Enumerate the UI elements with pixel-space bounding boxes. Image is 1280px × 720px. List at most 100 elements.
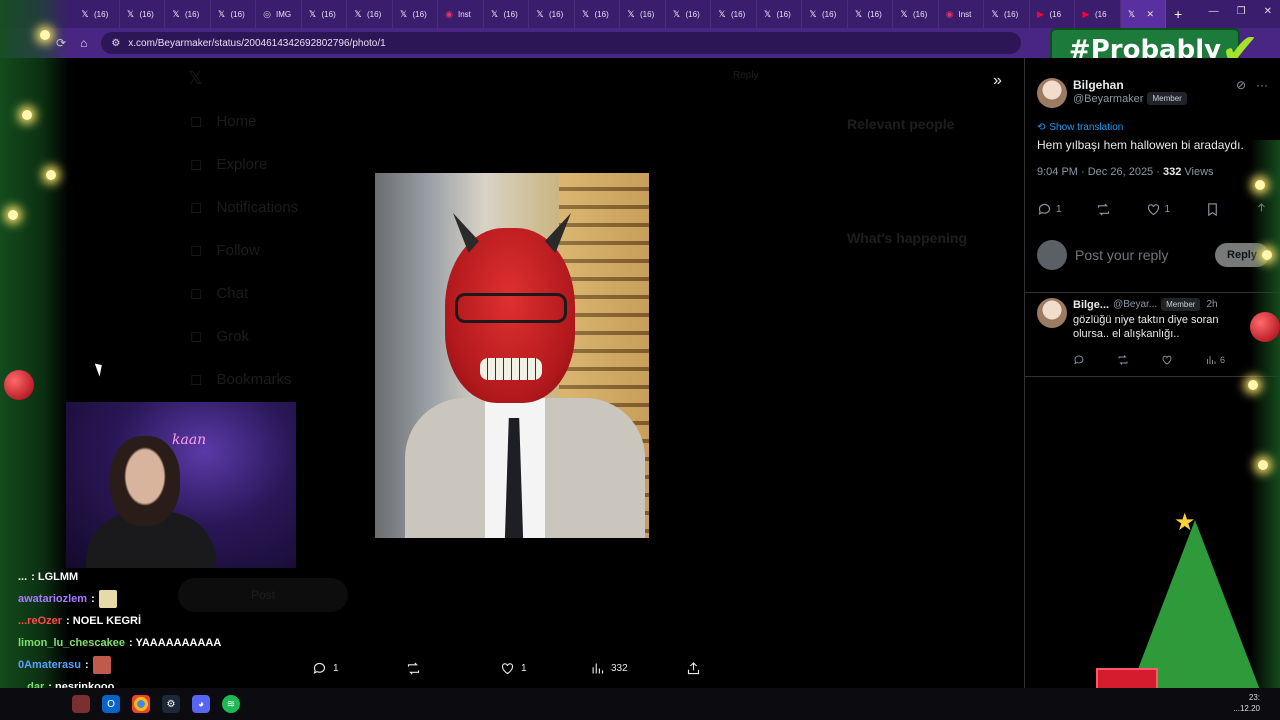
browser-tab[interactable]: 𝕏 (16) xyxy=(711,0,757,28)
home-icon[interactable]: ⌂ xyxy=(80,36,87,50)
tab-label: (16) xyxy=(913,9,928,19)
chat-text: : xyxy=(84,659,89,671)
close-tab-icon[interactable]: ✕ xyxy=(1147,9,1155,20)
repost-icon[interactable] xyxy=(1117,354,1129,366)
tab-label: (16 xyxy=(1049,9,1062,19)
ghost-nav-item: ◻ Grok xyxy=(190,327,249,346)
tab-label: (16) xyxy=(731,9,746,19)
media-reply-button[interactable]: 1 xyxy=(312,661,406,676)
browser-tab[interactable]: ◉ Inst xyxy=(438,0,484,28)
reply-views[interactable]: 6 xyxy=(1205,354,1225,366)
chat-username[interactable]: awatariozlem xyxy=(18,593,87,605)
youtube-icon: ▶ xyxy=(1037,9,1044,19)
post-photo[interactable] xyxy=(375,173,649,538)
media-views-button[interactable]: 332 xyxy=(590,661,686,676)
reply-button[interactable]: 1 xyxy=(1037,202,1062,217)
outlook-icon[interactable]: O xyxy=(102,695,120,713)
tree-star-icon: ★ xyxy=(1174,509,1196,536)
discord-icon[interactable]: ◕ xyxy=(192,695,210,713)
reply-author-handle[interactable]: @Beyar... xyxy=(1113,299,1157,310)
close-window-icon[interactable]: ✕ xyxy=(1264,6,1272,17)
media-share-button[interactable] xyxy=(686,661,701,676)
views-label: Views xyxy=(1181,166,1214,178)
expand-sidebar-icon[interactable]: » xyxy=(993,72,1002,90)
heart-icon[interactable] xyxy=(1161,354,1173,366)
browser-tab[interactable]: 𝕏 (16) xyxy=(620,0,666,28)
grok-icon[interactable]: ⊘ xyxy=(1236,78,1246,92)
browser-tab[interactable]: 𝕏 (16) xyxy=(347,0,393,28)
chat-text: : YAAAAAAAAAA xyxy=(129,637,222,649)
reply-author-avatar[interactable] xyxy=(1037,298,1067,328)
browser-tab[interactable]: 𝕏 (16) xyxy=(165,0,211,28)
media-like-button[interactable]: 1 xyxy=(500,661,590,676)
minimize-icon[interactable]: — xyxy=(1209,6,1219,17)
browser-tab[interactable]: 𝕏 (16) xyxy=(211,0,256,28)
browser-tab[interactable]: ▶ (16 xyxy=(1030,0,1075,28)
browser-tab[interactable]: 𝕏 (16) xyxy=(74,0,120,28)
ghost-nav-item: ◻ Notifications xyxy=(190,198,298,217)
new-tab-icon[interactable]: + xyxy=(1174,6,1182,22)
bookmark-button[interactable] xyxy=(1205,202,1220,217)
browser-tab[interactable]: 𝕏 (16) xyxy=(575,0,620,28)
author-name[interactable]: Bilgehan xyxy=(1073,78,1187,92)
show-translation-link[interactable]: ⟲ Show translation xyxy=(1037,122,1123,133)
more-icon[interactable]: ··· xyxy=(1256,78,1268,92)
ghost-nav-icon: ◻ xyxy=(190,113,203,130)
red-ornament xyxy=(4,370,34,400)
string-light xyxy=(22,110,32,120)
reply-item[interactable]: Bilge... @Beyar... Member 2h gözlüğü niy… xyxy=(1037,298,1219,341)
tab-label: Inst xyxy=(458,9,471,19)
like-button[interactable]: 1 xyxy=(1146,202,1170,217)
system-clock[interactable]: 23: ...12.20 xyxy=(1233,692,1260,714)
browser-tab[interactable]: 𝕏 (16) xyxy=(393,0,438,28)
chat-username[interactable]: 0Amaterasu xyxy=(18,659,81,671)
repost-button[interactable] xyxy=(1096,202,1111,217)
media-repost-button[interactable] xyxy=(406,661,500,676)
browser-tab[interactable]: 𝕏 (16) xyxy=(802,0,848,28)
ghost-nav-icon: ◻ xyxy=(190,242,203,259)
reply-icon[interactable] xyxy=(1073,354,1085,366)
author-handle[interactable]: @Beyarmaker xyxy=(1073,93,1143,105)
browser-tab[interactable]: 𝕏 (16) xyxy=(666,0,711,28)
ghost-reply-label: Reply xyxy=(733,70,759,81)
chat-message: awatariozlem : xyxy=(18,588,278,610)
post-timestamp[interactable]: 9:04 PM · Dec 26, 2025 · xyxy=(1037,166,1163,178)
ghost-nav-icon: ◻ xyxy=(190,285,203,302)
translate-icon: ⟲ xyxy=(1037,122,1046,133)
share-icon xyxy=(687,662,700,675)
site-info-icon[interactable]: ⚙ xyxy=(111,38,120,49)
browser-tab[interactable]: ▶ (16 xyxy=(1075,0,1121,28)
reply-author-name[interactable]: Bilge... xyxy=(1073,299,1109,311)
maximize-icon[interactable]: ❐ xyxy=(1237,6,1246,17)
browser-tab[interactable]: 𝕏 (16) xyxy=(757,0,802,28)
heart-icon xyxy=(501,663,514,675)
tab-label: IMG xyxy=(276,9,292,19)
x-icon: 𝕏 xyxy=(81,9,89,19)
browser-tab[interactable]: ◎ IMG xyxy=(256,0,302,28)
browser-tab[interactable]: 𝕏 (16) xyxy=(529,0,575,28)
spotify-icon[interactable]: ≋ xyxy=(222,695,240,713)
chat-username[interactable]: limon_lu_chescakee xyxy=(18,637,125,649)
url-field[interactable]: ⚙ x.com/Beyarmaker/status/20046143426928… xyxy=(101,32,1022,54)
browser-tab[interactable]: 𝕏 (16) xyxy=(302,0,347,28)
post-header-actions: ⊘ ··· xyxy=(1236,78,1268,92)
author-avatar[interactable] xyxy=(1037,78,1067,108)
browser-tab[interactable]: ◉ Inst xyxy=(939,0,984,28)
steam-icon[interactable]: ⚙ xyxy=(162,695,180,713)
browser-tab[interactable]: 𝕏 (16) xyxy=(120,0,165,28)
reply-input[interactable]: Post your reply xyxy=(1075,247,1207,263)
media-view-count: 332 xyxy=(611,663,628,674)
reply-text-line-2: olursa.. el alışkanlığı.. xyxy=(1073,328,1180,340)
x-icon: 𝕏 xyxy=(217,9,226,19)
browser-tab[interactable]: 𝕏 (16) xyxy=(848,0,893,28)
browser-tab[interactable]: 𝕏 (16) xyxy=(484,0,529,28)
app-icon[interactable] xyxy=(72,695,90,713)
chrome-icon[interactable] xyxy=(132,695,150,713)
browser-tab[interactable]: 𝕏 (16) xyxy=(984,0,1030,28)
chat-username[interactable]: ... xyxy=(18,571,27,583)
active-browser-tab[interactable]: 𝕏 ✕ xyxy=(1120,0,1166,28)
tab-label: (16) xyxy=(685,9,700,19)
chat-username[interactable]: ...reOzer xyxy=(18,615,62,627)
browser-tab[interactable]: 𝕏 (16) xyxy=(893,0,939,28)
chat-text: : xyxy=(91,593,95,605)
